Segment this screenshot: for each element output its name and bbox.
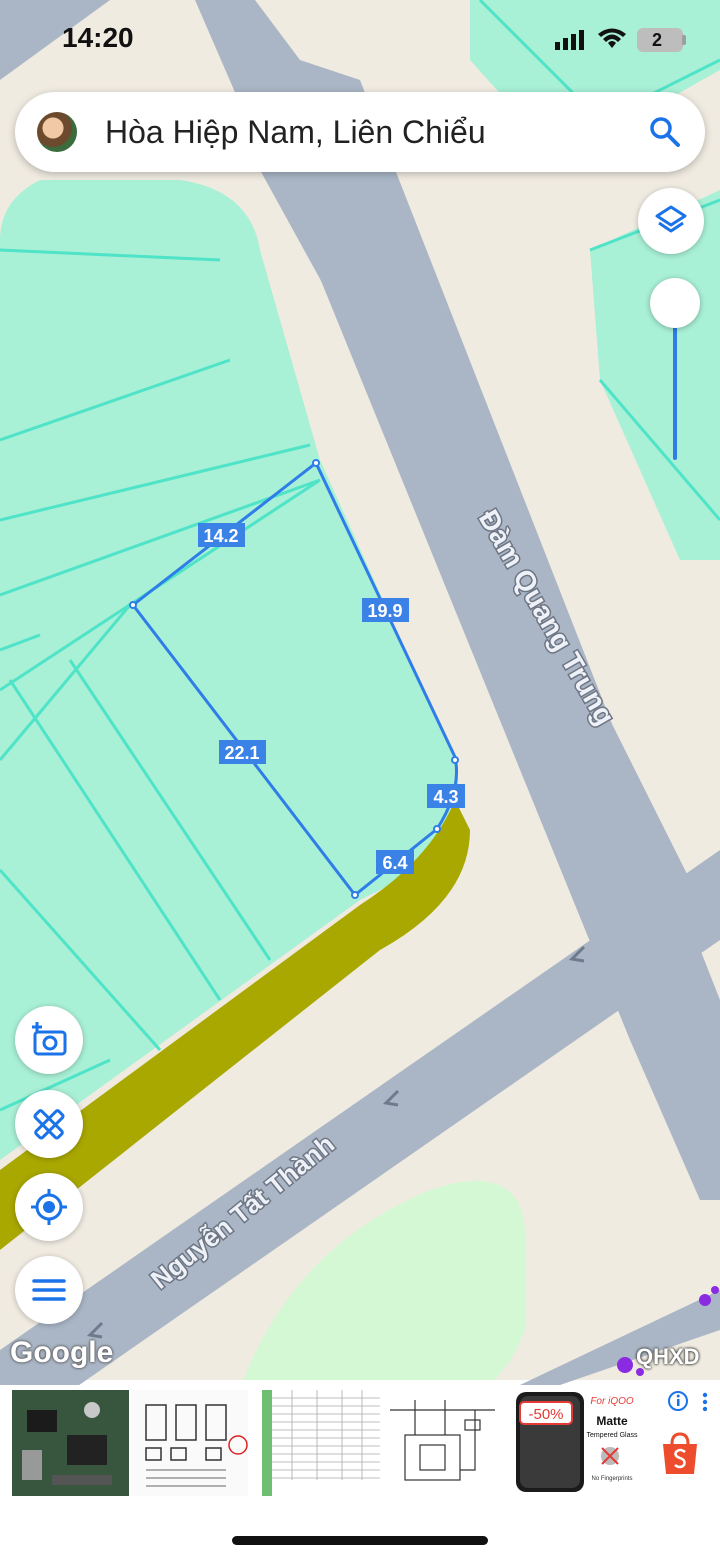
cellular-signal-icon	[555, 30, 584, 50]
ad-discount: -50%	[528, 1406, 563, 1423]
battery-indicator: 2	[637, 28, 683, 52]
my-location-button[interactable]	[15, 1173, 83, 1241]
no-fingerprint-icon	[601, 1447, 619, 1465]
ad-more-icon[interactable]	[700, 1391, 710, 1413]
menu-button[interactable]	[15, 1256, 83, 1324]
overlay-label: QHXD	[636, 1344, 700, 1369]
ad-banner[interactable]: -50% For iQOO Matte Tempered Glass No Fi…	[0, 1385, 720, 1500]
shopping-bag-icon[interactable]	[660, 1430, 700, 1476]
home-indicator[interactable]	[232, 1536, 488, 1545]
ad-product-image-circuit-board[interactable]	[12, 1390, 129, 1496]
measurement-label: 14.2	[203, 526, 238, 546]
search-bar[interactable]: Hòa Hiệp Nam, Liên Chiểu	[15, 92, 705, 172]
layers-icon	[655, 205, 687, 233]
battery-level: 2	[651, 30, 662, 50]
measurement-label: 19.9	[367, 601, 402, 621]
measurement-label: 22.1	[224, 743, 259, 763]
home-indicator-area	[0, 1500, 720, 1559]
menu-icon	[32, 1279, 66, 1301]
ad-product-image-sketch[interactable]	[131, 1390, 248, 1496]
ad-product-title: Matte	[596, 1414, 628, 1428]
search-query[interactable]: Hòa Hiệp Nam, Liên Chiểu	[105, 92, 486, 172]
ad-product-note: No Fingerprints	[591, 1476, 632, 1482]
status-time: 14:20	[62, 22, 134, 53]
ad-product-image-schematic[interactable]	[385, 1390, 502, 1496]
ad-product-image-spreadsheet[interactable]	[262, 1390, 380, 1496]
map-canvas[interactable]: Đàm Quang Trung Nguyễn Tất Thành 14.2 19…	[0, 0, 720, 1559]
layers-button[interactable]	[638, 188, 704, 254]
ad-brand-text: For iQOO	[590, 1396, 634, 1407]
search-icon[interactable]	[647, 114, 683, 150]
battery-tip	[682, 35, 686, 45]
ad-info-icon[interactable]	[667, 1390, 689, 1412]
opacity-slider-thumb[interactable]	[650, 278, 700, 328]
add-photo-button[interactable]	[15, 1006, 83, 1074]
google-attribution: Google	[10, 1336, 114, 1369]
avatar[interactable]	[37, 112, 77, 152]
ad-product-sub: Tempered Glass	[587, 1432, 638, 1439]
measurement-label: 6.4	[382, 853, 407, 873]
ruler-pencil-icon	[33, 1109, 65, 1140]
measure-tool-button[interactable]	[15, 1090, 83, 1158]
wifi-icon	[598, 28, 626, 48]
location-target-icon	[31, 1189, 67, 1225]
measurement-label: 4.3	[433, 787, 458, 807]
ad-product-image-screen-protector[interactable]: -50% For iQOO Matte Tempered Glass No Fi…	[514, 1390, 638, 1496]
status-bar: 14:20 2	[0, 0, 720, 80]
camera-plus-icon	[32, 1022, 67, 1056]
